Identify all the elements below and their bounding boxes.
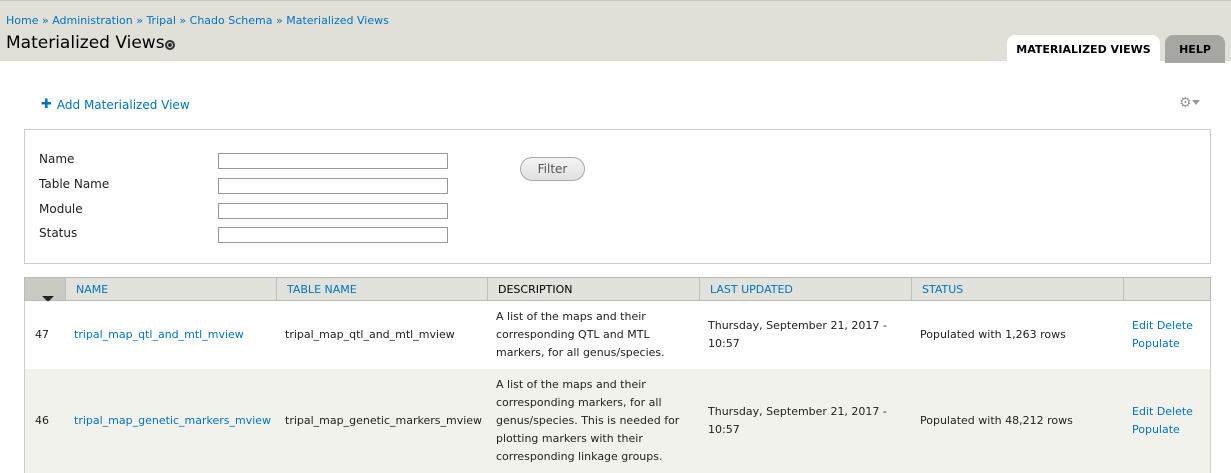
breadcrumb-separator: » [275,14,283,27]
tab-materialized-views[interactable]: MATERIALIZED VIEWS [1007,35,1160,63]
tab-help[interactable]: HELP [1165,35,1225,63]
breadcrumb-chado-schema[interactable]: Chado Schema [190,14,273,27]
delete-link[interactable]: Delete [1157,405,1193,418]
description-line: genus/species. This is needed for [496,414,680,427]
breadcrumb-separator: » [179,14,187,27]
breadcrumb-administration[interactable]: Administration [52,14,133,27]
description-line: corresponding QTL and MTL [496,328,650,341]
chevron-down-icon [1192,100,1200,105]
row-description: A list of the maps and their correspondi… [496,308,701,362]
last-updated-line: 10:57 [708,423,740,436]
module-filter-label: Module [39,202,83,216]
last-updated-line: Thursday, September 21, 2017 - [708,405,887,418]
add-shortcut-icon[interactable] [165,40,175,50]
row-description: A list of the maps and their correspondi… [496,376,701,466]
column-header-name[interactable]: NAME [65,278,276,300]
filter-form: Name Table Name Module Status Filter [24,129,1211,264]
sort-column-header[interactable] [25,278,66,302]
add-materialized-view-label: Add Materialized View [56,97,190,112]
description-line: A list of the maps and their [496,378,646,391]
row-name-link[interactable]: tripal_map_genetic_markers_mview [74,412,271,430]
row-id: 47 [35,328,49,341]
plus-icon: ✚ [41,97,52,112]
last-updated-line: Thursday, September 21, 2017 - [708,319,887,332]
column-header-table-name[interactable]: TABLE NAME [276,278,487,300]
column-header-operations [1123,278,1210,300]
breadcrumb-home[interactable]: Home [6,14,38,27]
status-filter-input[interactable] [218,227,448,243]
breadcrumb-separator: » [136,14,143,27]
status-filter-label: Status [39,226,78,240]
column-header-last-updated[interactable]: LAST UPDATED [699,278,911,300]
table-name-filter-label: Table Name [39,177,110,191]
page-title: Materialized Views [6,33,165,53]
name-filter-label: Name [39,152,75,166]
table-row: 46 tripal_map_genetic_markers_mview trip… [24,369,1211,473]
description-line: corresponding linkage groups. [496,450,663,463]
row-table-name: tripal_map_qtl_and_mtl_mview [285,328,455,341]
table-row: 47 tripal_map_qtl_and_mtl_mview tripal_m… [24,301,1211,369]
row-status: Populated with 48,212 rows [920,414,1073,427]
add-materialized-view-link[interactable]: ✚ Add Materialized View [41,97,190,112]
page-header: Home » Administration » Tripal » Chado S… [0,0,1231,63]
delete-link[interactable]: Delete [1157,319,1193,332]
last-updated-line: 10:57 [708,337,740,350]
edit-link[interactable]: Edit [1132,319,1153,332]
row-operations: Edit Delete Populate [1132,317,1193,353]
row-id: 46 [35,414,49,427]
column-header-description: DESCRIPTION [487,278,699,300]
gear-glyph: ⚙ [1179,95,1192,111]
gear-icon[interactable]: ⚙ [1179,95,1203,111]
populate-link[interactable]: Populate [1132,423,1180,436]
name-filter-input[interactable] [218,153,448,169]
column-header-status[interactable]: STATUS [911,278,1123,300]
table-header: NAME TABLE NAME DESCRIPTION LAST UPDATED… [24,277,1211,302]
edit-link[interactable]: Edit [1132,405,1153,418]
breadcrumb: Home » Administration » Tripal » Chado S… [6,14,389,27]
row-table-name: tripal_map_genetic_markers_mview [285,414,483,427]
row-status: Populated with 1,263 rows [920,328,1066,341]
table-name-filter-input[interactable] [218,178,448,194]
populate-link[interactable]: Populate [1132,337,1180,350]
description-line: A list of the maps and their [496,310,646,323]
row-name-link[interactable]: tripal_map_qtl_and_mtl_mview [74,326,244,344]
row-last-updated: Thursday, September 21, 2017 - 10:57 [708,317,887,353]
filter-button[interactable]: Filter [520,157,585,181]
description-line: plotting markers with their [496,432,643,445]
breadcrumb-tripal[interactable]: Tripal [146,14,175,27]
module-filter-input[interactable] [218,203,448,219]
row-operations: Edit Delete Populate [1132,403,1193,439]
description-line: corresponding markers, for all [496,396,662,409]
row-last-updated: Thursday, September 21, 2017 - 10:57 [708,403,887,439]
breadcrumb-separator: » [41,14,49,27]
breadcrumb-materialized-views[interactable]: Materialized Views [286,14,389,27]
description-line: markers, for all genus/species. [496,346,665,359]
